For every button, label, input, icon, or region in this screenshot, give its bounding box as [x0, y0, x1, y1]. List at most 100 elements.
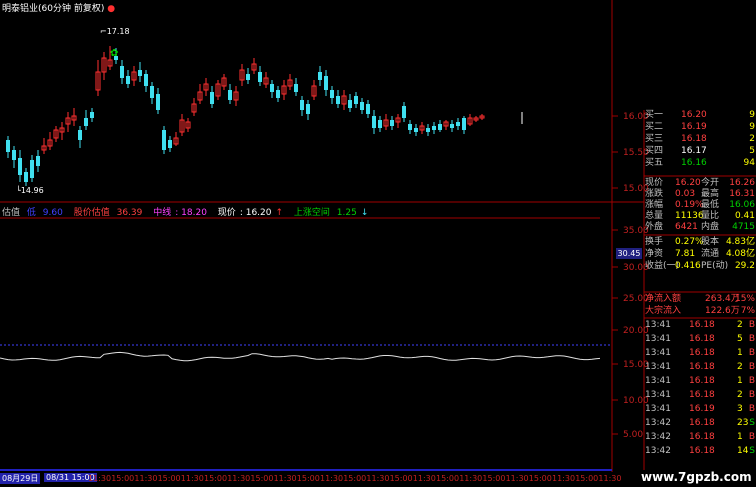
candle-down: [36, 156, 40, 166]
candle-down: [330, 90, 334, 98]
quote-row-1: 现价 16.20 今开 16.26: [645, 178, 755, 188]
indicator-low: 低 9.60: [26, 208, 63, 218]
indicator-bar: 估值 低 9.60 股价估值 36.39 中线: 18.20 现价: 16.20…: [2, 205, 376, 218]
quote-row-3: 涨幅 0.19% 最低 16.06: [645, 200, 755, 210]
trade-row: 13:42 16.18 1 B: [645, 432, 755, 442]
candle-down: [300, 100, 304, 110]
candle-down: [6, 140, 10, 152]
watermark-text: www.7gpzb.com: [641, 470, 752, 484]
candle-down: [24, 172, 28, 182]
candle-down: [306, 104, 310, 114]
candle-down: [294, 84, 298, 92]
order-row-2[interactable]: 买二 16.19 9: [645, 122, 755, 133]
candle-down: [12, 150, 16, 160]
time-tick: 11:30: [134, 474, 158, 483]
trade-row: 13:42 16.18 23 S: [645, 418, 755, 428]
candle-down: [372, 116, 376, 128]
candle-down: [348, 100, 352, 108]
candle-down: [426, 128, 430, 132]
candle-down: [168, 140, 172, 148]
indicator-upside: 上涨空间 1.25 ↓: [293, 208, 369, 218]
time-tick: 15:00: [111, 474, 135, 483]
trade-row: 13:41 16.19 3 B: [645, 404, 755, 414]
order-row-5[interactable]: 买五 16.16 94: [645, 158, 755, 169]
flow-row-1: 净流入额 263.4万 15%: [645, 294, 755, 304]
candle-down: [126, 76, 130, 84]
quote-row-4: 总量 11136 量比 0.41: [645, 211, 755, 221]
time-tick: 11:30: [598, 474, 622, 483]
candle-down: [456, 122, 460, 126]
time-tick: 15:00: [436, 474, 460, 483]
trade-row: 13:41 16.18 1 B: [645, 376, 755, 386]
candle-down: [402, 106, 406, 118]
time-tick: 11:30: [505, 474, 529, 483]
pin-icon: ●: [107, 4, 116, 14]
time-tick: 11:30: [552, 474, 576, 483]
candle-down: [354, 96, 358, 104]
order-row-3[interactable]: 买三 16.18 2: [645, 134, 755, 145]
order-row-1[interactable]: 买一 16.20 9: [645, 110, 755, 121]
candle-down: [336, 96, 340, 104]
date-label-start: 08月29日: [0, 473, 41, 484]
high-price-label: ⌐17.18: [100, 27, 130, 36]
candle-down: [90, 112, 94, 118]
candle-down: [360, 102, 364, 110]
candle-down: [84, 118, 88, 126]
candle-down: [258, 72, 262, 82]
candle-down: [408, 124, 412, 130]
candle-down: [462, 118, 466, 130]
candle-down: [324, 76, 328, 90]
indicator-midline: 中线: 18.20: [153, 208, 207, 218]
time-tick: 11:30: [320, 474, 344, 483]
chart-title: 明泰铝业(60分钟 前复权) ●: [2, 1, 115, 14]
candle-down: [162, 130, 166, 150]
candle-down: [270, 84, 274, 92]
time-tick: 11:30: [180, 474, 204, 483]
order-row-4[interactable]: 买四 16.17 5: [645, 146, 755, 157]
time-tick: 15:00: [204, 474, 228, 483]
time-tick: 11:30: [227, 474, 251, 483]
candle-down: [78, 130, 82, 140]
crosshair-value-box: 30.45: [616, 248, 642, 259]
time-tick: 15:00: [482, 474, 506, 483]
flow-row-2: 大宗流入 122.6万 7%: [645, 306, 755, 316]
time-tick: 11:30: [459, 474, 483, 483]
candle-down: [150, 86, 154, 98]
trade-row: 13:41 16.18 5 B: [645, 334, 755, 344]
time-tick: 15:00: [528, 474, 552, 483]
candle-down: [144, 74, 148, 86]
candle-down: [432, 126, 436, 130]
fund-row-1: 换手 0.27% 股本 4.83亿: [645, 237, 755, 247]
candle-down: [276, 90, 280, 98]
stock-title-text: 明泰铝业(60分钟 前复权): [2, 4, 105, 14]
candle-down: [228, 90, 232, 100]
candle-down: [438, 124, 442, 130]
indicator-price: 现价: 16.20 ↑: [217, 208, 284, 218]
candle-down: [318, 72, 322, 80]
kline-chart[interactable]: ✿: [0, 0, 756, 487]
trade-row: 13:41 16.18 2 B: [645, 320, 755, 330]
candle-down: [378, 120, 382, 128]
candle-down: [120, 66, 124, 78]
candle-down: [30, 160, 34, 178]
trade-row: 13:41 16.18 1 B: [645, 348, 755, 358]
time-tick: 15:00: [296, 474, 320, 483]
low-price-label: └14.96: [16, 186, 44, 195]
time-tick: 15:00: [389, 474, 413, 483]
time-tick: 15:00: [343, 474, 367, 483]
time-tick: 15:00: [575, 474, 599, 483]
trade-row: 13:41 16.18 2 B: [645, 390, 755, 400]
candle-down: [138, 70, 142, 76]
time-tick: 11:30: [412, 474, 436, 483]
candle-down: [390, 120, 394, 126]
time-tick: 15:00: [157, 474, 181, 483]
candle-down: [210, 92, 214, 104]
time-tick: 11:30: [366, 474, 390, 483]
candle-down: [18, 158, 22, 175]
time-tick: 11:30: [88, 474, 112, 483]
time-tick: 11:30: [273, 474, 297, 483]
signal-marker-icon: ✿: [110, 48, 118, 59]
quote-row-5: 外盘 6421 内盘 4715: [645, 222, 755, 232]
trade-row: 13:42 16.18 14 S: [645, 446, 755, 456]
quote-row-2: 涨跌 0.03 最高 16.31: [645, 189, 755, 199]
